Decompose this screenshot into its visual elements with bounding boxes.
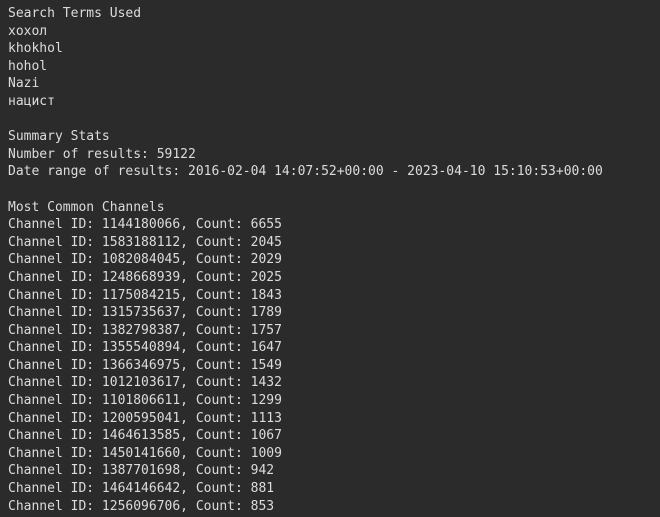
channel-row: Channel ID: 1315735637, Count: 1789 <box>8 305 282 321</box>
channel-row: Channel ID: 1464146642, Count: 881 <box>8 481 275 497</box>
date-range-line: Date range of results: 2016-02-04 14:07:… <box>8 164 603 180</box>
channel-row: Channel ID: 1583188112, Count: 2045 <box>8 234 282 250</box>
channel-row: Channel ID: 1248668939, Count: 2025 <box>8 269 282 285</box>
summary-stats-heading: Summary Stats <box>8 129 110 145</box>
search-term-item: hohol <box>8 58 48 74</box>
search-terms-heading: Search Terms Used <box>8 6 142 21</box>
channel-row: Channel ID: 1366346975, Count: 1549 <box>8 357 282 373</box>
channel-row: Channel ID: 1387701698, Count: 942 <box>8 463 275 479</box>
channel-row: Channel ID: 1355540894, Count: 1647 <box>8 340 282 356</box>
channel-row: Channel ID: 1012103617, Count: 1432 <box>8 375 282 391</box>
channel-row: Channel ID: 1450141660, Count: 1009 <box>8 445 282 461</box>
number-of-results-line: Number of results: 59122 <box>8 146 196 162</box>
most-common-channels-heading: Most Common Channels <box>8 199 165 215</box>
channel-row: Channel ID: 1464613585, Count: 1067 <box>8 428 282 444</box>
channel-row: Channel ID: 1175084215, Count: 1843 <box>8 287 282 303</box>
search-term-item: Nazi <box>8 76 40 92</box>
channel-row: Channel ID: 1101806611, Count: 1299 <box>8 393 282 409</box>
channel-row: Channel ID: 1200595041, Count: 1113 <box>8 410 282 426</box>
channel-row: Channel ID: 1144180066, Count: 6655 <box>8 217 282 233</box>
channel-row: Channel ID: 1256096706, Count: 853 <box>8 498 275 514</box>
channel-row: Channel ID: 1382798387, Count: 1757 <box>8 322 282 338</box>
search-term-item: khokhol <box>8 41 63 57</box>
channel-row: Channel ID: 1082084045, Count: 2029 <box>8 252 282 268</box>
search-term-item: хохол <box>8 23 48 39</box>
terminal-output: Search Terms Used хохол khokhol hohol Na… <box>0 0 660 517</box>
search-term-item: нацист <box>8 93 55 109</box>
